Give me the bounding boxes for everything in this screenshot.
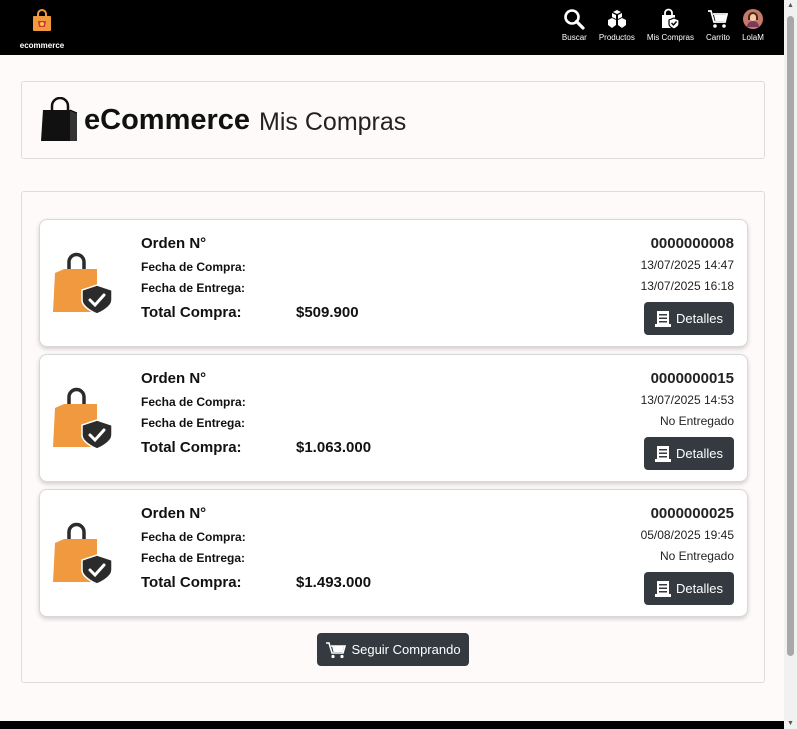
receipt-icon — [655, 580, 672, 597]
details-button[interactable]: Detalles — [644, 437, 734, 470]
nav-item-buscar[interactable]: Buscar — [556, 8, 593, 42]
search-icon — [564, 9, 585, 30]
scrollbar-thumb[interactable] — [787, 16, 794, 656]
order-date-value: 05/08/2025 19:45 — [640, 528, 734, 542]
receipt-icon — [655, 445, 672, 462]
nav-label: LolaM — [742, 33, 764, 42]
order-card: Orden N° Fecha de Compra: Fecha de Entre… — [39, 219, 748, 347]
nav-item-user[interactable]: LolaM — [736, 8, 770, 42]
nav-menu: Buscar Productos Mis Compras Carrito Lol… — [556, 8, 770, 42]
order-date-value: 13/07/2025 14:47 — [640, 258, 734, 272]
order-delivery-value: No Entregado — [659, 414, 734, 428]
order-number-label: Orden N° — [141, 505, 207, 522]
receipt-icon — [655, 310, 672, 327]
page-scrollbar[interactable]: ▲ ▼ — [784, 0, 797, 729]
nav-item-productos[interactable]: Productos — [593, 8, 641, 42]
top-navbar: ecommerce Buscar Productos Mis Compras C… — [0, 0, 784, 55]
scroll-up-arrow-icon[interactable]: ▲ — [787, 2, 794, 9]
order-number-value: 0000000025 — [650, 505, 734, 522]
shopping-bag-shield-icon — [53, 522, 113, 584]
details-button-label: Detalles — [676, 446, 723, 461]
order-total-value: $1.063.000 — [296, 439, 372, 456]
shopping-bag-shield-icon — [53, 387, 113, 449]
nav-item-carrito[interactable]: Carrito — [700, 8, 736, 42]
shopping-bag-logo-icon — [33, 9, 51, 31]
nav-label: Carrito — [705, 33, 730, 42]
order-number-label: Orden N° — [141, 370, 207, 387]
order-total-label: Total Compra: — [141, 574, 242, 591]
order-date-label: Fecha de Compra: — [141, 260, 246, 274]
details-button-label: Detalles — [676, 581, 723, 596]
details-button-label: Detalles — [676, 311, 723, 326]
boxes-icon — [607, 10, 626, 28]
user-avatar — [743, 9, 763, 29]
orders-container: Orden N° Fecha de Compra: Fecha de Entre… — [21, 191, 765, 683]
order-card: Orden N° Fecha de Compra: Fecha de Entre… — [39, 354, 748, 482]
brand-label: ecommerce — [19, 41, 65, 50]
order-delivery-label: Fecha de Entrega: — [141, 551, 246, 565]
order-delivery-value: 13/07/2025 16:18 — [640, 279, 734, 293]
order-card: Orden N° Fecha de Compra: Fecha de Entre… — [39, 489, 748, 617]
details-button[interactable]: Detalles — [644, 302, 734, 335]
order-delivery-label: Fecha de Entrega: — [141, 416, 246, 430]
order-total-value: $1.493.000 — [296, 574, 372, 591]
footer — [0, 721, 784, 729]
details-button[interactable]: Detalles — [644, 572, 734, 605]
order-number-value: 0000000015 — [650, 370, 734, 387]
order-number-label: Orden N° — [141, 235, 207, 252]
nav-label: Buscar — [561, 33, 587, 42]
cart-icon — [707, 10, 729, 28]
order-delivery-value: No Entregado — [659, 549, 734, 563]
shopping-bag-icon — [41, 97, 78, 141]
order-total-value: $509.900 — [296, 304, 359, 321]
page-title-brand: eCommerce — [84, 103, 251, 136]
order-date-label: Fecha de Compra: — [141, 530, 246, 544]
shopping-bag-shield-icon — [53, 252, 113, 314]
shopping-bag-shield-icon — [662, 8, 681, 30]
order-delivery-label: Fecha de Entrega: — [141, 281, 246, 295]
continue-shopping-button[interactable]: Seguir Comprando — [317, 633, 469, 666]
continue-shopping-label: Seguir Comprando — [351, 642, 461, 657]
nav-item-mis-compras[interactable]: Mis Compras — [641, 8, 700, 42]
order-date-value: 13/07/2025 14:53 — [640, 393, 734, 407]
cart-icon — [326, 641, 347, 658]
order-date-label: Fecha de Compra: — [141, 395, 246, 409]
brand-link[interactable]: ecommerce — [18, 8, 66, 50]
page-header: eCommerce Mis Compras — [21, 81, 765, 159]
page-title-section: Mis Compras — [259, 107, 407, 136]
order-total-label: Total Compra: — [141, 304, 242, 321]
order-number-value: 0000000008 — [650, 235, 734, 252]
scroll-down-arrow-icon[interactable]: ▼ — [787, 720, 794, 727]
nav-label: Productos — [598, 33, 635, 42]
nav-label: Mis Compras — [646, 33, 694, 42]
order-total-label: Total Compra: — [141, 439, 242, 456]
